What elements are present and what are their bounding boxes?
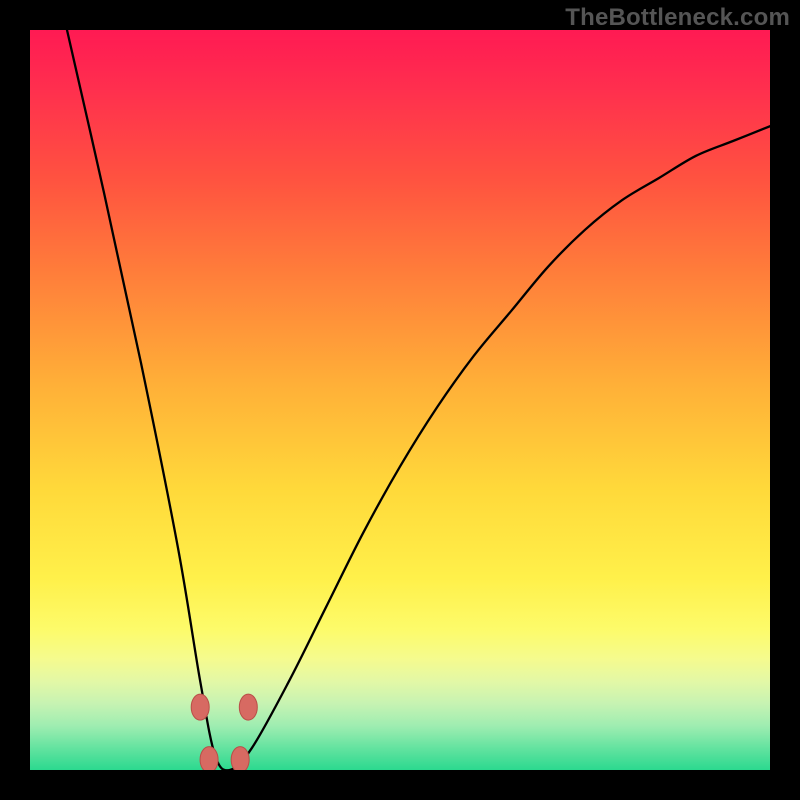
chart-container: TheBottleneck.com [0,0,800,800]
plot-area [30,30,770,770]
marker-dot [231,747,249,770]
bottleneck-curve [67,30,770,770]
marker-dot [191,694,209,720]
marker-dot [239,694,257,720]
marker-dot [200,747,218,770]
curve-svg [30,30,770,770]
watermark-text: TheBottleneck.com [565,4,790,32]
curve-markers [191,694,257,770]
